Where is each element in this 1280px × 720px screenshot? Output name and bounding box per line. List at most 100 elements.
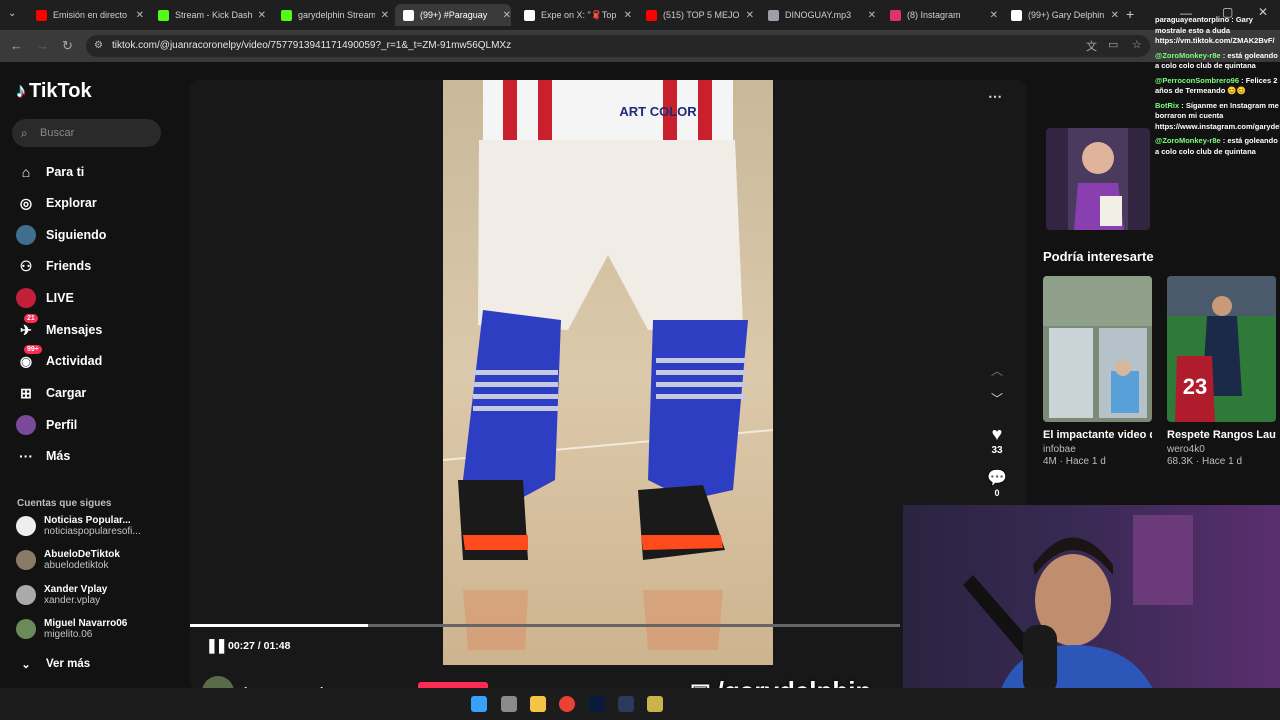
file-explorer-icon[interactable] xyxy=(530,696,546,712)
sponsored-thumbnail[interactable] xyxy=(1046,128,1150,230)
browser-tab[interactable]: Emisión en directo ✕ xyxy=(28,4,144,26)
tab-close-icon[interactable]: ✕ xyxy=(990,10,998,21)
upload-icon: ⊞ xyxy=(20,384,32,401)
browser-tab[interactable]: (99+) Gary Delphin ✕ xyxy=(1003,4,1119,26)
tab-close-icon[interactable]: ✕ xyxy=(258,10,266,21)
sidebar-item-siguiendo[interactable]: ● Siguiendo xyxy=(16,223,106,247)
browser-tab[interactable]: Stream - Kick Dashb ✕ xyxy=(150,4,266,26)
tab-title: (8) Instagram xyxy=(907,10,961,20)
translate-icon[interactable]: 文 xyxy=(1086,38,1097,54)
account-avatar xyxy=(16,619,36,639)
stream-chat-overlay: paraguayeantorplino : Gary mostrale esto… xyxy=(1155,15,1280,240)
see-more-button[interactable]: ⌄ Ver más xyxy=(16,652,90,676)
browser-tab[interactable]: (8) Instagram ✕ xyxy=(882,4,998,26)
following-title: Cuentas que sigues xyxy=(17,498,112,509)
following-account[interactable]: AbueloDeTiktok abuelodetiktok xyxy=(16,549,120,571)
new-tab-button[interactable]: + xyxy=(1126,6,1134,22)
sidebar-item-label: Friends xyxy=(46,259,92,273)
video-frame[interactable]: ART COLOR xyxy=(443,80,773,665)
recommendation-stats: 4M · Hace 1 d xyxy=(1043,456,1106,467)
svg-text:23: 23 xyxy=(1183,374,1207,399)
cast-icon[interactable]: ▭ xyxy=(1108,38,1118,51)
tab-close-icon[interactable]: ✕ xyxy=(136,10,144,21)
tab-title: garydelphin Stream xyxy=(298,10,375,20)
recommendation-card[interactable]: 23 Respete Rangos Lautaro ☠️ #futbol... … xyxy=(1167,276,1276,467)
following-account[interactable]: Xander Vplay xander.vplay xyxy=(16,584,107,606)
comment-button[interactable]: 💬 0 xyxy=(987,468,1007,498)
next-video-icon[interactable]: ﹀ xyxy=(991,390,1003,407)
task-view-icon[interactable] xyxy=(501,696,517,712)
following-account[interactable]: Noticias Popular... noticiaspopularesofi.… xyxy=(16,515,141,537)
sidebar-item-m-s[interactable]: ··· Más xyxy=(16,444,70,468)
video-content-image: ART COLOR xyxy=(443,80,773,665)
following-account[interactable]: Miguel Navarro06 migelito.06 xyxy=(16,618,127,640)
tab-close-icon[interactable]: ✕ xyxy=(1111,10,1119,21)
search-placeholder: Buscar xyxy=(40,127,75,139)
sidebar-item-label: Perfil xyxy=(46,418,78,432)
friends-icon: ⚇ xyxy=(19,257,33,274)
browser-tab[interactable]: DINOGUAY.mp3 ✕ xyxy=(760,4,876,26)
reload-icon[interactable]: ↻ xyxy=(62,38,73,54)
more-options-icon[interactable]: ⋯ xyxy=(988,88,1002,105)
recommendation-title: Respete Rangos Lautaro ☠️ #futbol... xyxy=(1167,429,1276,441)
sidebar-item-explorar[interactable]: ◎ Explorar xyxy=(16,191,97,215)
video-time: 00:27 / 01:48 xyxy=(228,640,291,652)
browser-tab[interactable]: Expe on X: "🧣Top ✕ xyxy=(516,4,632,26)
logo-text: TikTok xyxy=(29,80,92,102)
davinci-icon[interactable] xyxy=(618,696,634,712)
activity-icon: ◉ 99+ xyxy=(16,345,42,371)
sidebar-item-para-ti[interactable]: ⌂ Para ti xyxy=(16,160,84,184)
sidebar-item-mensajes[interactable]: ✈ 21 Mensajes xyxy=(16,314,102,342)
photoshop-icon[interactable] xyxy=(589,696,605,712)
chevron-down-icon: ⌄ xyxy=(21,658,31,671)
sidebar-item-live[interactable]: ● LIVE xyxy=(16,286,74,310)
recommendation-title: El impactante video del momento en el... xyxy=(1043,429,1152,441)
address-bar: ← → ↻ ⚙ tiktok.com/@juanracoronelpy/vide… xyxy=(0,30,1280,62)
tab-title: Expe on X: "🧣Top xyxy=(541,9,617,20)
comment-count: 0 xyxy=(994,488,1000,498)
app-icon[interactable] xyxy=(647,696,663,712)
chat-user: @ZoroMonkey-r8e xyxy=(1155,136,1221,145)
sidebar-item-label: Siguiendo xyxy=(46,228,107,242)
tab-title: (99+) Gary Delphin xyxy=(1028,10,1105,20)
compass-icon: ◎ xyxy=(19,194,33,211)
like-button[interactable]: ♥ 33 xyxy=(987,424,1007,456)
tiktok-logo[interactable]: ♪ TikTok xyxy=(16,80,92,103)
video-player[interactable]: ART COLOR ⋯ ︿ ﹀ ♥ 33 💬 0 ❚❚ 00:27 / 01:4… xyxy=(190,80,1026,690)
browser-tab[interactable]: (99+) #Paraguay ✕ xyxy=(395,4,511,26)
windows-taskbar xyxy=(0,688,1280,720)
tab-close-icon[interactable]: ✕ xyxy=(624,10,632,21)
recommendation-thumbnail: 23 xyxy=(1167,276,1276,422)
recommendation-source: wero4k0 xyxy=(1167,444,1205,455)
video-progress-bar[interactable] xyxy=(190,624,900,627)
tab-close-icon[interactable]: ✕ xyxy=(868,10,876,21)
windows-start-icon[interactable] xyxy=(471,696,487,712)
site-info-icon[interactable]: ⚙ xyxy=(94,35,103,57)
account-name: Xander Vplay xyxy=(44,584,108,595)
bookmark-star-icon[interactable]: ☆ xyxy=(1132,38,1142,51)
tab-close-icon[interactable]: ✕ xyxy=(746,10,754,21)
back-icon[interactable]: ← xyxy=(10,38,23,53)
live-icon: ● xyxy=(16,288,36,308)
tab-close-icon[interactable]: ✕ xyxy=(381,10,389,21)
tab-close-icon[interactable]: ✕ xyxy=(503,10,511,21)
url-input[interactable]: ⚙ tiktok.com/@juanracoronelpy/video/7577… xyxy=(86,35,1150,57)
sidebar-item-perfil[interactable]: ● Perfil xyxy=(16,413,77,437)
chat-user: @ZoroMonkey-r8e xyxy=(1155,50,1221,60)
sidebar-item-actividad[interactable]: ◉ 99+ Actividad xyxy=(16,345,102,373)
recommendation-card[interactable]: El impactante video del momento en el...… xyxy=(1043,276,1152,467)
sidebar-item-cargar[interactable]: ⊞ Cargar xyxy=(16,381,86,405)
forward-icon[interactable]: → xyxy=(36,38,49,53)
pause-icon[interactable]: ❚❚ xyxy=(206,637,228,654)
chat-message: @ZoroMonkey-r8e : está goleando a colo c… xyxy=(1155,51,1280,72)
sidebar-item-friends[interactable]: ⚇ Friends xyxy=(16,254,91,278)
tab-list-chevron-icon[interactable]: ⌄ xyxy=(8,8,16,19)
chat-message: @PerroconSombrero96 : Felices 2 años de … xyxy=(1155,76,1280,97)
tab-title: Emisión en directo xyxy=(53,10,128,20)
chrome-icon[interactable] xyxy=(559,696,575,712)
browser-tab[interactable]: (515) TOP 5 MEJORE ✕ xyxy=(638,4,754,26)
search-input[interactable]: ⌕ Buscar xyxy=(12,119,161,147)
browser-tab[interactable]: garydelphin Stream ✕ xyxy=(273,4,389,26)
previous-video-icon[interactable]: ︿ xyxy=(991,362,1003,379)
tab-favicon-icon xyxy=(524,9,535,21)
